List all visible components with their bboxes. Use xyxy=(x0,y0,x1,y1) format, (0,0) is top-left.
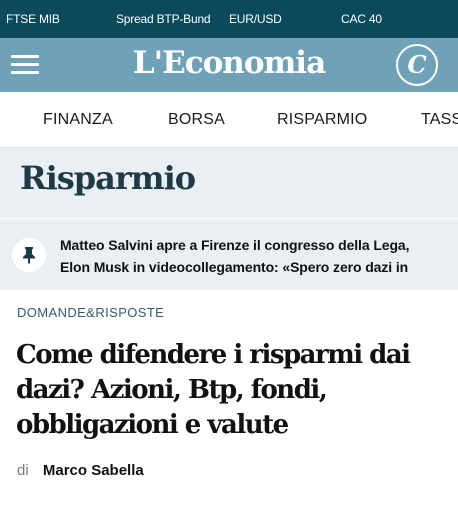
section-nav: FINANZA BORSA RISPARMIO TASS xyxy=(0,92,458,148)
section-title[interactable]: Risparmio xyxy=(20,159,196,197)
article-kicker[interactable]: DOMANDE&RISPOSTE xyxy=(17,305,164,320)
breaking-news-banner[interactable]: Matteo Salvini apre a Firenze il congres… xyxy=(0,218,458,290)
corriere-c-icon: C xyxy=(407,50,427,79)
pin-icon xyxy=(12,238,46,272)
nav-item-tasse[interactable]: TASS xyxy=(421,111,458,129)
article-byline: di Marco Sabella xyxy=(17,462,144,479)
breaking-news-line-2: Elon Musk in videocollegamento: «Spero z… xyxy=(60,259,409,275)
site-header: L'Economia C xyxy=(0,38,458,92)
ticker-cac-40[interactable]: CAC 40 xyxy=(341,12,382,26)
nav-item-finanza[interactable]: FINANZA xyxy=(43,111,113,129)
breaking-news-line-1: Matteo Salvini apre a Firenze il congres… xyxy=(60,237,410,253)
ticker-spread-btp-bund[interactable]: Spread BTP-Bund xyxy=(116,12,211,26)
section-header: Risparmio xyxy=(0,148,458,218)
ticker-ftse-mib[interactable]: FTSE MIB xyxy=(6,12,60,26)
ticker-eur-usd[interactable]: EUR/USD xyxy=(229,12,282,26)
corriere-logo-button[interactable]: C xyxy=(396,44,438,86)
nav-item-risparmio[interactable]: RISPARMIO xyxy=(277,111,367,129)
market-ticker: FTSE MIB Spread BTP-Bund EUR/USD CAC 40 xyxy=(0,0,458,38)
author-name[interactable]: Marco Sabella xyxy=(43,462,144,479)
byline-prefix: di xyxy=(17,462,29,479)
site-logo[interactable]: L'Economia xyxy=(0,45,458,81)
breaking-news-text: Matteo Salvini apre a Firenze il congres… xyxy=(60,234,458,278)
nav-item-borsa[interactable]: BORSA xyxy=(168,111,225,129)
article-headline: Come difendere i risparmi dai dazi? Azio… xyxy=(16,340,411,440)
